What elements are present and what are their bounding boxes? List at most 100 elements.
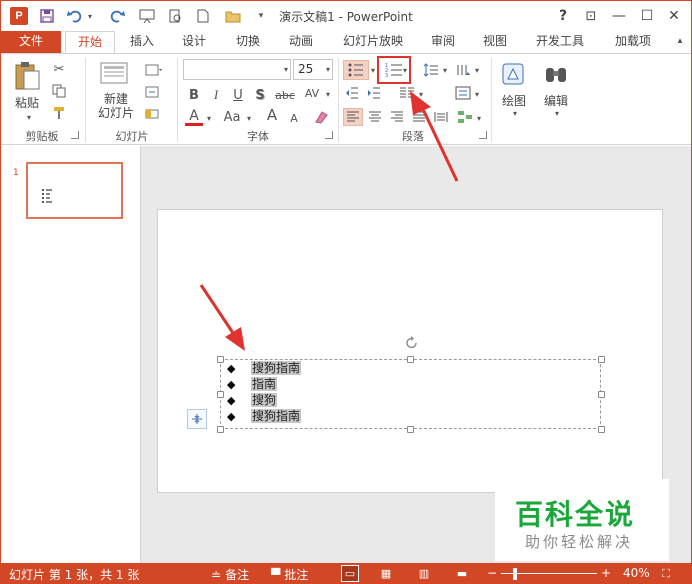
align-center-icon[interactable] xyxy=(365,108,385,126)
columns-icon[interactable] xyxy=(397,84,417,102)
tab-developer[interactable]: 开发工具 xyxy=(525,31,595,53)
list-item[interactable]: ◆ 指南 xyxy=(227,376,278,392)
format-painter-icon[interactable] xyxy=(49,104,69,122)
slide-sorter-icon[interactable]: ▦ xyxy=(377,565,395,582)
reset-slide-icon[interactable] xyxy=(141,84,167,100)
text-direction-dropdown-icon[interactable]: ▾ xyxy=(473,64,481,76)
slide-thumbnail[interactable] xyxy=(26,162,123,219)
zoom-in-button[interactable]: + xyxy=(601,566,611,580)
change-case-dropdown-icon[interactable]: ▾ xyxy=(244,112,254,124)
drawing-dropdown-icon[interactable]: ▾ xyxy=(509,108,521,118)
paste-dropdown-icon[interactable]: ▾ xyxy=(23,112,35,122)
clipboard-launcher-icon[interactable] xyxy=(71,131,79,139)
zoom-level[interactable]: 40% xyxy=(623,566,650,580)
new-slide-icon[interactable] xyxy=(99,60,131,88)
resize-handle[interactable] xyxy=(407,356,414,363)
strikethrough-button[interactable]: abc xyxy=(273,86,297,104)
resize-handle[interactable] xyxy=(217,391,224,398)
clear-formatting-icon[interactable] xyxy=(311,108,331,126)
zoom-out-button[interactable]: − xyxy=(487,566,497,580)
paragraph-launcher-icon[interactable] xyxy=(479,131,487,139)
tab-file[interactable]: 文件 xyxy=(1,31,61,53)
drawing-shapes-icon[interactable] xyxy=(499,60,529,90)
decrease-indent-icon[interactable] xyxy=(343,84,361,102)
minimize-button[interactable]: — xyxy=(608,5,630,27)
font-launcher-icon[interactable] xyxy=(325,131,333,139)
character-spacing-button[interactable]: AV xyxy=(301,84,323,102)
align-text-icon[interactable] xyxy=(453,84,473,102)
align-right-icon[interactable] xyxy=(387,108,407,126)
resize-handle[interactable] xyxy=(217,426,224,433)
paste-button[interactable]: 粘贴 xyxy=(11,94,43,111)
reading-view-icon[interactable]: ▥ xyxy=(415,565,433,582)
spacing-dropdown-icon[interactable]: ▾ xyxy=(323,88,333,100)
bullets-dropdown-icon[interactable]: ▾ xyxy=(369,64,377,76)
layout-icon[interactable] xyxy=(141,62,167,78)
smartart-dropdown-icon[interactable]: ▾ xyxy=(475,112,483,124)
shrink-font-button[interactable]: A xyxy=(285,109,303,127)
resize-handle[interactable] xyxy=(598,356,605,363)
slide-canvas[interactable]: ◆ 搜狗指南 ◆ 指南 ◆ 搜狗 ◆ 搜狗指南 xyxy=(157,209,663,493)
bold-button[interactable]: B xyxy=(185,86,203,104)
tab-insert[interactable]: 插入 xyxy=(121,31,163,53)
notes-button[interactable]: ≐ 备注 xyxy=(211,566,249,583)
tab-home[interactable]: 开始 xyxy=(65,31,115,54)
font-name-dropdown-icon[interactable]: ▾ xyxy=(281,63,291,75)
line-spacing-dropdown-icon[interactable]: ▾ xyxy=(441,64,449,76)
bullet-textbox[interactable]: ◆ 搜狗指南 ◆ 指南 ◆ 搜狗 ◆ 搜狗指南 xyxy=(220,359,601,429)
list-item[interactable]: ◆ 搜狗指南 xyxy=(227,408,302,424)
shadow-button[interactable]: S xyxy=(251,86,269,104)
tab-slideshow[interactable]: 幻灯片放映 xyxy=(333,31,413,53)
text-direction-icon[interactable] xyxy=(453,60,473,80)
bullet-text[interactable]: 指南 xyxy=(251,377,278,391)
tab-addins[interactable]: 加载项 xyxy=(603,31,663,53)
paste-icon[interactable] xyxy=(11,60,43,92)
distributed-icon[interactable] xyxy=(431,108,451,126)
list-item[interactable]: ◆ 搜狗指南 xyxy=(227,360,302,376)
smartart-icon[interactable] xyxy=(455,108,475,126)
columns-dropdown-icon[interactable]: ▾ xyxy=(417,88,425,100)
tab-review[interactable]: 审阅 xyxy=(421,31,465,53)
bullet-text[interactable]: 搜狗指南 xyxy=(251,409,302,423)
normal-view-icon[interactable]: ▭ xyxy=(341,565,359,582)
cut-icon[interactable]: ✂ xyxy=(49,60,69,78)
align-text-dropdown-icon[interactable]: ▾ xyxy=(473,88,481,100)
font-color-dropdown-icon[interactable]: ▾ xyxy=(204,112,214,124)
fit-to-window-icon[interactable]: ⛶ xyxy=(657,565,675,582)
font-size-dropdown-icon[interactable]: ▾ xyxy=(323,63,333,75)
italic-button[interactable]: I xyxy=(207,86,225,104)
editing-dropdown-icon[interactable]: ▾ xyxy=(551,108,563,118)
bullet-text[interactable]: 搜狗 xyxy=(251,393,278,407)
resize-handle[interactable] xyxy=(598,426,605,433)
tab-design[interactable]: 设计 xyxy=(173,31,215,53)
autofit-options-icon[interactable] xyxy=(187,409,207,429)
drawing-button[interactable]: 绘图 xyxy=(497,92,531,109)
new-slide-label-2[interactable]: 幻灯片 xyxy=(93,104,139,121)
comments-button[interactable]: ▀ 批注 xyxy=(271,566,308,583)
line-spacing-icon[interactable] xyxy=(421,60,441,80)
tab-animations[interactable]: 动画 xyxy=(279,31,323,53)
resize-handle[interactable] xyxy=(217,356,224,363)
slideshow-view-icon[interactable]: ▬ xyxy=(453,565,471,582)
copy-icon[interactable] xyxy=(49,82,69,100)
grow-font-button[interactable]: A xyxy=(263,106,281,124)
bullet-text[interactable]: 搜狗指南 xyxy=(251,361,302,375)
list-item[interactable]: ◆ 搜狗 xyxy=(227,392,278,408)
close-button[interactable]: ✕ xyxy=(663,5,685,27)
resize-handle[interactable] xyxy=(407,426,414,433)
rotate-handle-icon[interactable] xyxy=(404,335,420,351)
font-name-combo[interactable] xyxy=(183,59,291,80)
align-left-icon[interactable] xyxy=(343,108,363,126)
underline-button[interactable]: U xyxy=(229,86,247,104)
collapse-ribbon-icon[interactable]: ▴ xyxy=(671,31,689,53)
section-icon[interactable] xyxy=(141,106,167,122)
help-button[interactable]: ? xyxy=(552,5,574,27)
editing-button[interactable]: 编辑 xyxy=(539,92,573,109)
bullets-icon[interactable] xyxy=(343,60,369,80)
maximize-button[interactable]: ☐ xyxy=(636,5,658,27)
justify-icon[interactable] xyxy=(409,108,429,126)
zoom-slider-thumb[interactable] xyxy=(513,568,517,580)
tab-transitions[interactable]: 切换 xyxy=(227,31,269,53)
binoculars-icon[interactable] xyxy=(541,60,571,90)
ribbon-display-button[interactable]: ⊡ xyxy=(580,5,602,27)
